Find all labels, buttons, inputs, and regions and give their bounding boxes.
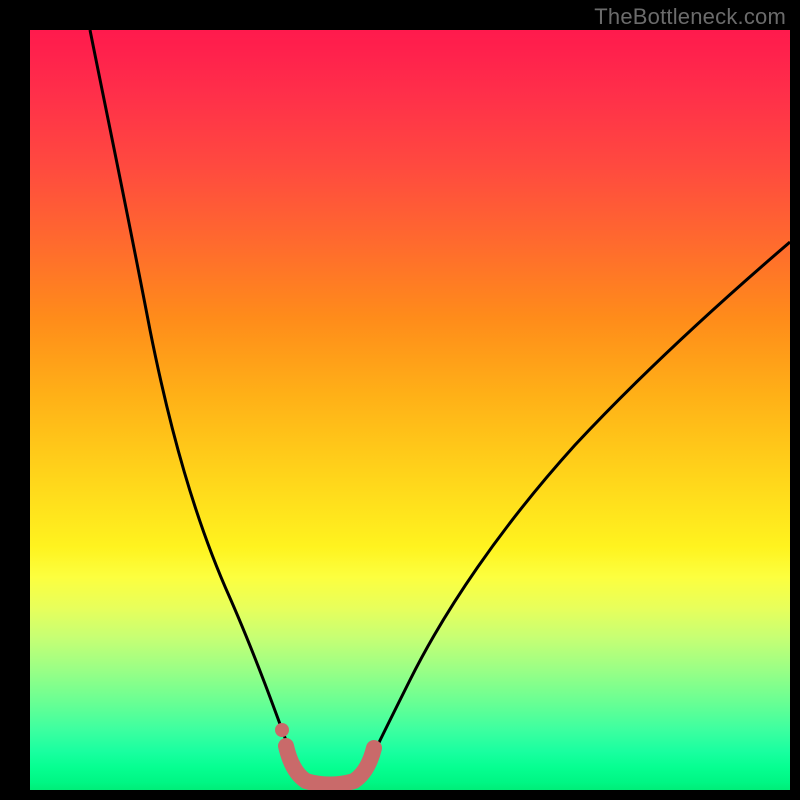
plot-area: [30, 30, 790, 790]
bottleneck-curve-right: [360, 242, 790, 782]
watermark-text: TheBottleneck.com: [594, 4, 786, 30]
dot-marker: [275, 723, 289, 737]
bottleneck-curve-left: [90, 30, 302, 782]
chart-frame: TheBottleneck.com: [0, 0, 800, 800]
curve-overlay: [30, 30, 790, 790]
flat-bottom-marker: [286, 746, 374, 785]
